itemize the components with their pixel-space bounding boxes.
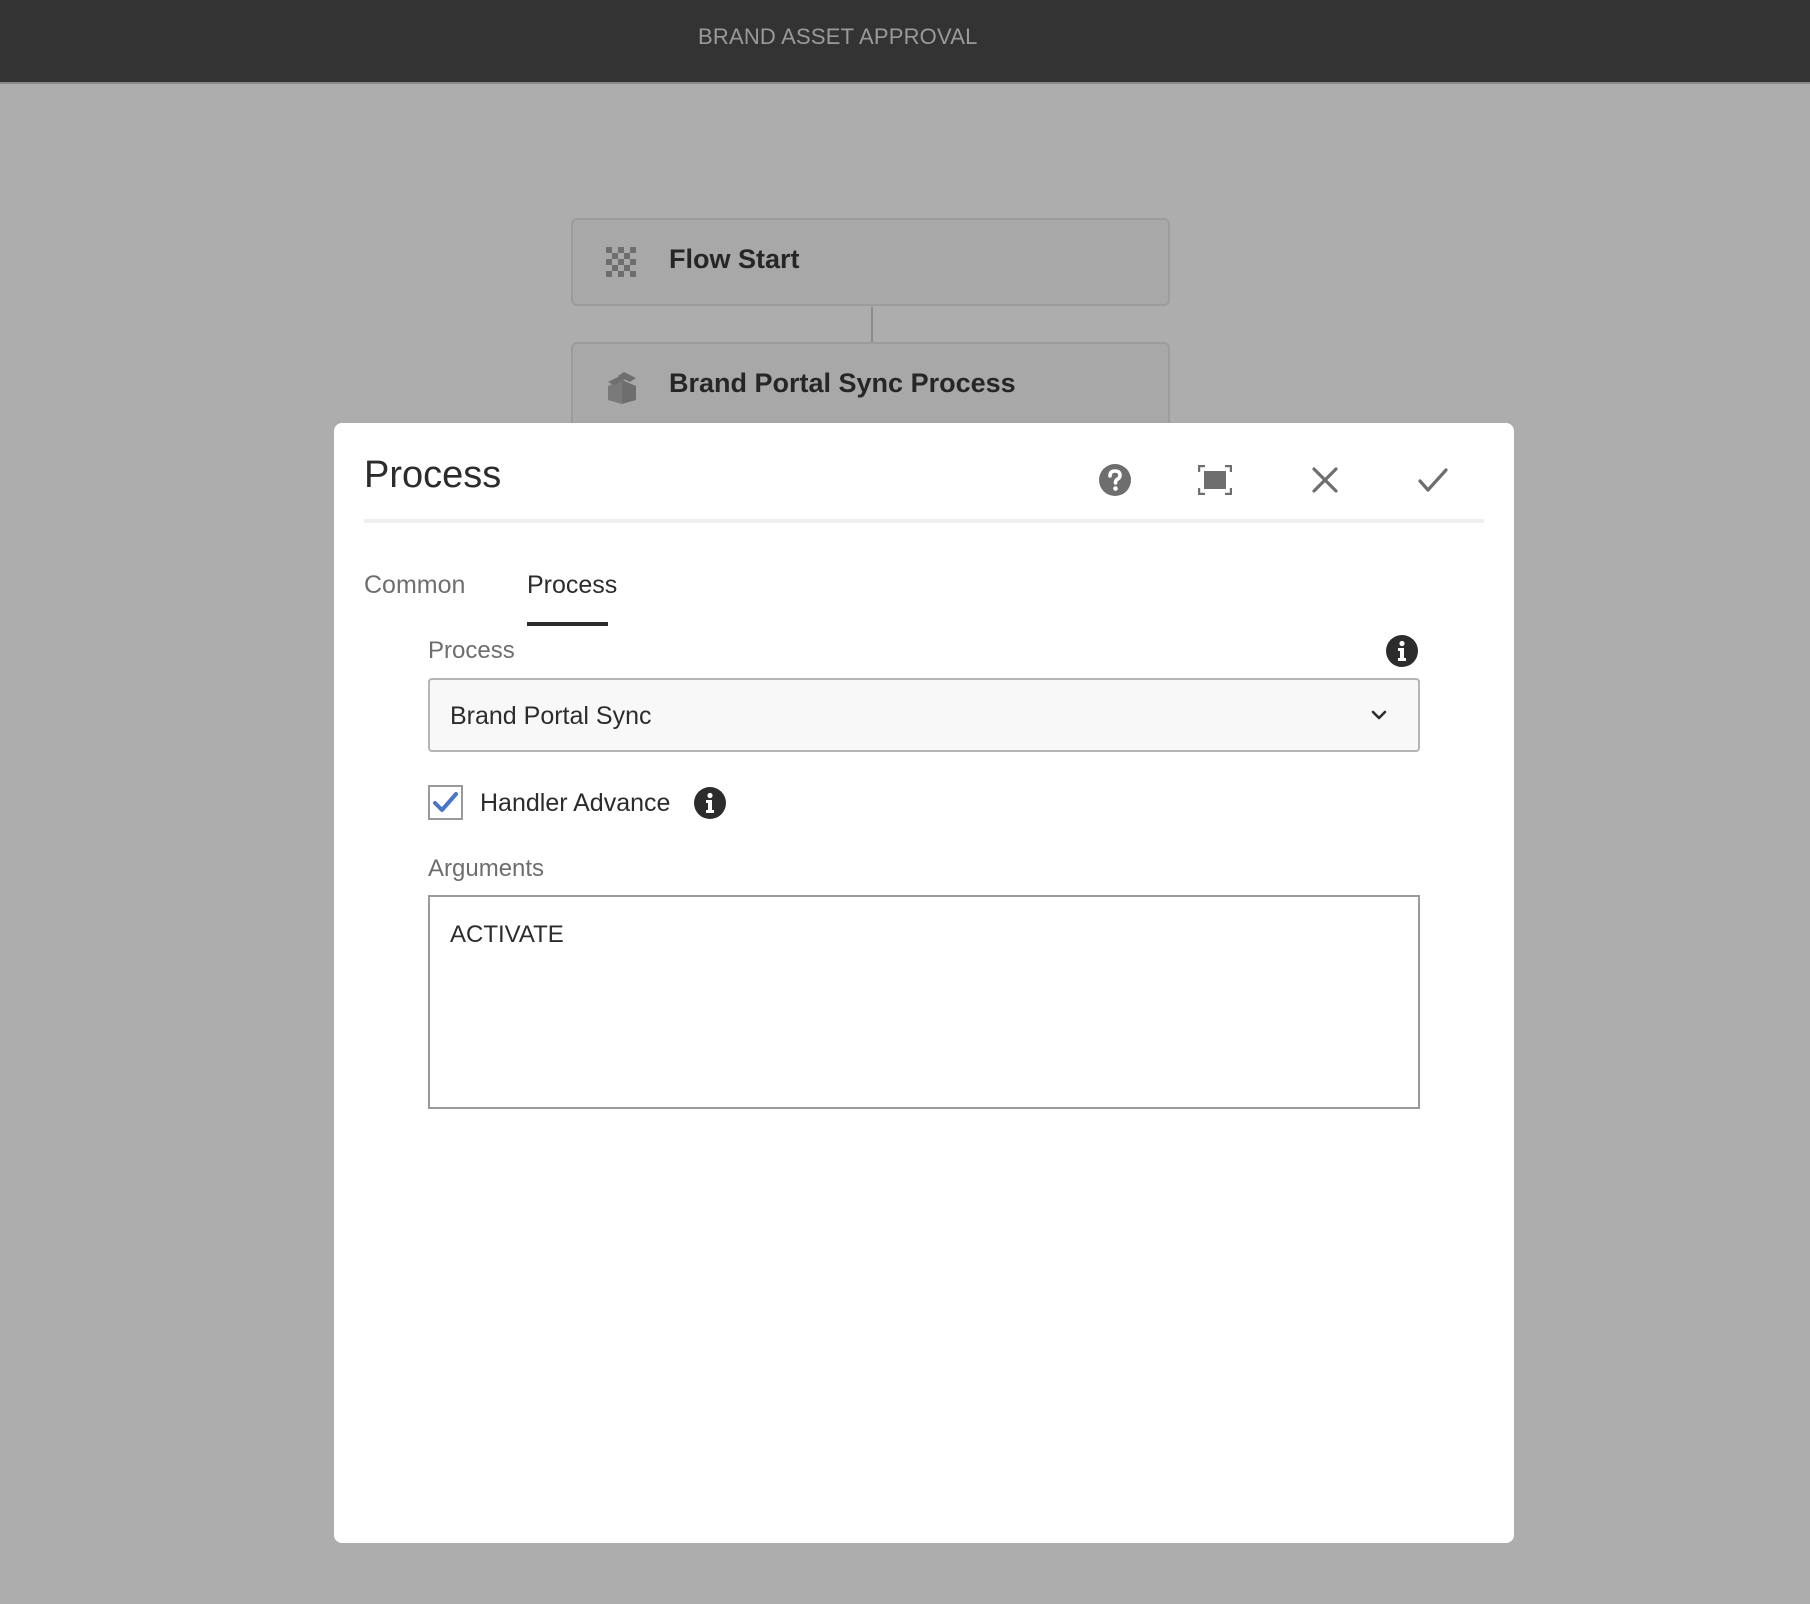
help-button[interactable] [1093,458,1137,502]
close-icon [1312,467,1338,493]
fullscreen-icon [1198,465,1232,495]
checkmark-icon [1418,468,1448,492]
checkmark-icon [433,792,458,812]
tab-process[interactable]: Process [527,571,617,600]
dialog-header-divider [364,519,1484,523]
top-bar: BRAND ASSET APPROVAL [0,0,1810,84]
package-icon [608,372,636,404]
help-icon [1099,464,1131,496]
flow-node-brand-portal-sync[interactable]: Brand Portal Sync Process [571,342,1170,430]
info-icon[interactable] [693,786,727,820]
process-dialog: Process Common Process Process Brand Por… [334,423,1514,1543]
chevron-down-icon [1371,710,1387,720]
cancel-button[interactable] [1303,458,1347,502]
dialog-title: Process [364,454,502,496]
arguments-field-label: Arguments [428,855,545,882]
process-field-label: Process [428,637,515,664]
info-icon[interactable] [1385,634,1419,668]
flow-node-flow-start[interactable]: Flow Start [571,218,1170,306]
done-button[interactable] [1411,458,1455,502]
flow-connector [871,307,873,343]
arguments-textarea[interactable]: ACTIVATE [428,895,1420,1109]
handler-advance-label: Handler Advance [480,789,671,817]
flow-node-label: Brand Portal Sync Process [669,368,1016,398]
active-tab-indicator [527,622,608,626]
handler-advance-checkbox[interactable] [428,785,463,820]
checkerboard-icon [606,247,636,277]
fullscreen-button[interactable] [1193,458,1237,502]
flow-node-label: Flow Start [669,244,800,274]
process-select-value: Brand Portal Sync [450,702,652,730]
process-select[interactable]: Brand Portal Sync [428,678,1420,752]
workflow-title: BRAND ASSET APPROVAL [698,24,978,49]
tab-common[interactable]: Common [364,571,465,600]
